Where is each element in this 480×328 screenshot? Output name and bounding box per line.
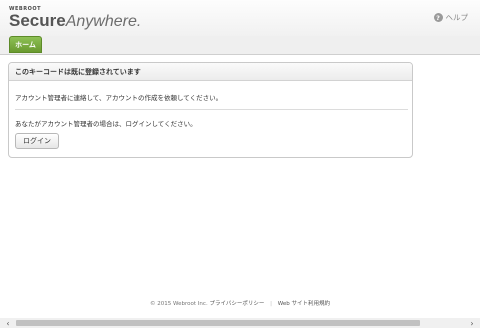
login-button[interactable]: ログイン: [15, 133, 59, 149]
keycode-registered-panel: このキーコードは既に登録されています アカウント管理者に連絡して、アカウントの作…: [8, 62, 413, 158]
scroll-thumb[interactable]: [16, 320, 420, 326]
privacy-policy-link[interactable]: プライバシーポリシー: [209, 301, 264, 307]
help-icon: ?: [433, 13, 443, 22]
webroot-logo: WEBROOT SecureAnywhere.: [9, 6, 141, 31]
terms-of-use-link[interactable]: Web サイト利用規約: [278, 301, 330, 307]
footer: © 2015 Webroot Inc. プライバシーポリシー | Web サイト…: [0, 299, 480, 307]
panel-divider: [15, 109, 408, 110]
logo-anywhere-text: Anywhere.: [65, 13, 142, 30]
panel-title: このキーコードは既に登録されています: [15, 67, 141, 76]
help-link[interactable]: ? ヘルプ: [433, 12, 469, 23]
footer-separator: |: [270, 301, 272, 307]
copyright-text: © 2015 Webroot Inc.: [150, 301, 208, 307]
help-label: ヘルプ: [445, 13, 469, 22]
scroll-right-icon[interactable]: ›: [466, 318, 478, 328]
nav-bar: ホーム: [0, 36, 480, 55]
logo-secure-text: Secure: [9, 11, 66, 30]
panel-header: このキーコードは既に登録されています: [9, 63, 412, 81]
tab-home[interactable]: ホーム: [9, 36, 42, 53]
app-header: WEBROOT SecureAnywhere. ? ヘルプ: [0, 0, 480, 36]
admin-login-message: あなたがアカウント管理者の場合は、ログインしてください。: [15, 120, 197, 128]
horizontal-scrollbar[interactable]: ‹ ›: [0, 318, 480, 328]
scroll-left-icon[interactable]: ‹: [2, 318, 14, 328]
contact-admin-message: アカウント管理者に連絡して、アカウントの作成を依頼してください。: [15, 94, 223, 102]
